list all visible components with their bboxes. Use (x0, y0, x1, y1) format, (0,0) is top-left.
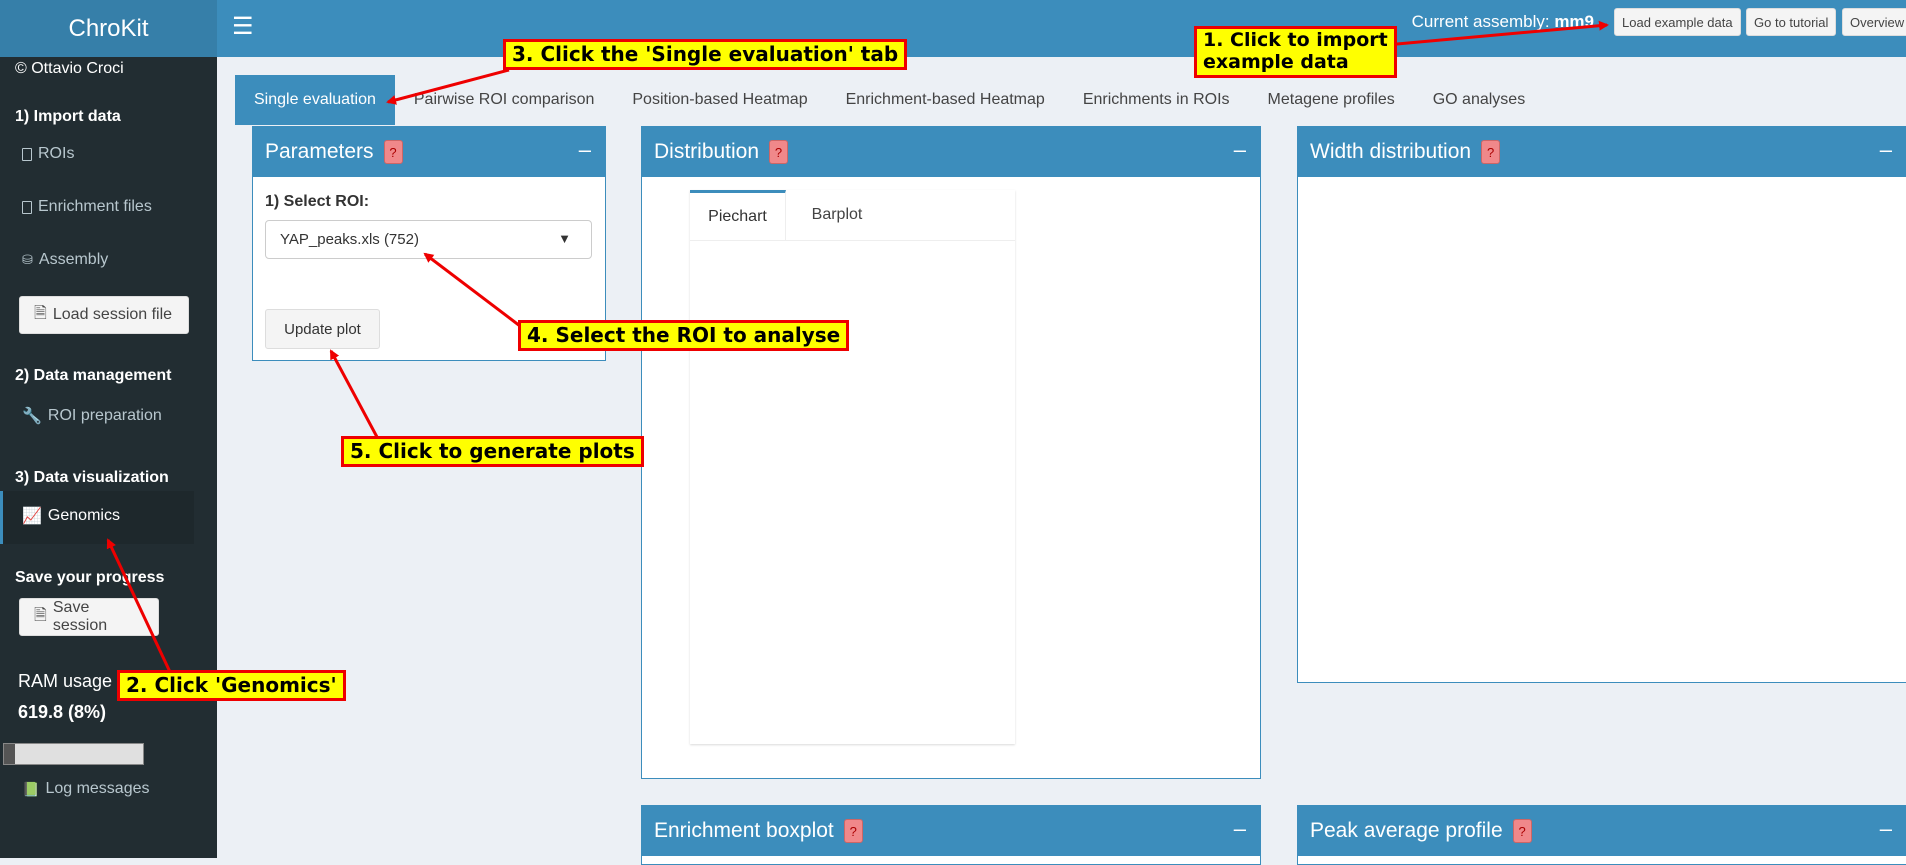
load-session-file-button[interactable]: 🗎 Load session file (19, 296, 189, 334)
sidebar-item-label: Enrichment files (38, 198, 152, 215)
tab-piechart[interactable]: Piechart (690, 190, 786, 240)
main-tabs: Single evaluation Pairwise ROI compariso… (235, 75, 1544, 125)
section-save-progress: Save your progress (15, 569, 165, 586)
tab-metagene-profiles[interactable]: Metagene profiles (1249, 75, 1414, 125)
peak-average-profile-box: Peak average profile ? – (1297, 805, 1906, 865)
collapse-icon[interactable]: – (1880, 137, 1892, 163)
file-import-icon: 🗎 (34, 304, 47, 322)
assembly-value: mm9 (1554, 12, 1594, 31)
credit-text: © Ottavio Croci (15, 60, 124, 77)
sidebar-item-rois[interactable]: ROIs (22, 145, 74, 163)
go-to-tutorial-button[interactable]: Go to tutorial (1746, 8, 1837, 36)
select-roi-label: 1) Select ROI: (265, 193, 370, 210)
top-navbar: ChroKit ☰ Current assembly: mm9 Load exa… (0, 0, 1906, 57)
callout-5: 5. Click to generate plots (341, 436, 644, 467)
help-button[interactable]: ? (1512, 819, 1532, 843)
callout-1: 1. Click to import example data (1194, 26, 1397, 78)
enrichment-boxplot-box: Enrichment boxplot ? – (641, 805, 1261, 865)
wrench-icon: 🔧 (22, 408, 42, 425)
section-data-visualization: 3) Data visualization (15, 469, 169, 486)
sidebar-item-label: ROIs (38, 145, 75, 162)
tab-barplot[interactable]: Barplot (786, 190, 888, 240)
button-label: Load session file (52, 306, 173, 323)
distribution-tabs: Piechart Barplot (690, 190, 1015, 241)
width-distribution-header: Width distribution ? – (1298, 127, 1906, 177)
tab-enrichment-based-heatmap[interactable]: Enrichment-based Heatmap (827, 75, 1064, 125)
area-chart-icon: 📈 (22, 508, 42, 525)
save-session-button[interactable]: 🗎 Save session (19, 598, 159, 636)
help-button[interactable]: ? (843, 819, 863, 843)
sidebar-item-genomics[interactable]: 📈 Genomics (22, 506, 120, 526)
peak-average-profile-header: Peak average profile ? – (1298, 806, 1906, 856)
app-logo[interactable]: ChroKit (0, 0, 217, 57)
collapse-icon[interactable]: – (1880, 816, 1892, 842)
sidebar-item-assembly[interactable]: ⛁ Assembly (22, 251, 108, 269)
callout-text: 1. Click to import (1203, 29, 1388, 51)
sidebar-item-log-messages[interactable]: 📗 Log messages (22, 780, 150, 798)
sidebar-item-roi-preparation[interactable]: 🔧 ROI preparation (22, 406, 162, 426)
callout-2: 2. Click 'Genomics' (117, 670, 346, 701)
button-label: Save session (52, 599, 108, 634)
sidebar-item-label: Assembly (38, 251, 109, 268)
ram-progress-fill (4, 744, 16, 764)
section-import-data: 1) Import data (15, 108, 121, 125)
tab-go-analyses[interactable]: GO analyses (1414, 75, 1544, 125)
box-title: Enrichment boxplot (654, 819, 834, 842)
collapse-icon[interactable]: – (1234, 816, 1246, 842)
section-data-management: 2) Data management (15, 367, 172, 384)
tab-pairwise-roi-comparison[interactable]: Pairwise ROI comparison (395, 75, 614, 125)
collapse-icon[interactable]: – (579, 137, 591, 163)
file-icon (22, 200, 32, 214)
roi-select-dropdown[interactable]: YAP_peaks.xls (752) ▼ (265, 220, 592, 259)
sidebar-item-label: Genomics (47, 507, 120, 524)
box-title: Parameters (265, 140, 374, 163)
tab-enrichments-in-rois[interactable]: Enrichments in ROIs (1064, 75, 1249, 125)
distribution-box: Distribution ? – Piechart Barplot (641, 126, 1261, 779)
help-button[interactable]: ? (1481, 140, 1501, 164)
sidebar-item-label: ROI preparation (47, 407, 162, 424)
parameters-header: Parameters ? – (253, 127, 605, 177)
enrichment-boxplot-header: Enrichment boxplot ? – (642, 806, 1260, 856)
roi-select-value: YAP_peaks.xls (752) (280, 231, 419, 248)
box-title: Distribution (654, 140, 760, 163)
dropdown-caret-icon: ▼ (558, 231, 571, 246)
tab-position-based-heatmap[interactable]: Position-based Heatmap (613, 75, 826, 125)
ram-usage-value: 619.8 (8%) (18, 702, 107, 722)
distribution-tab-panel: Piechart Barplot (690, 190, 1015, 744)
callout-3: 3. Click the 'Single evaluation' tab (503, 39, 908, 70)
file-export-icon: 🗎 (34, 606, 47, 624)
distribution-header: Distribution ? – (642, 127, 1260, 177)
tab-single-evaluation[interactable]: Single evaluation (235, 75, 395, 125)
callout-text: example data (1203, 50, 1349, 73)
callout-4: 4. Select the ROI to analyse (518, 320, 850, 351)
update-plot-button[interactable]: Update plot (265, 309, 380, 349)
arrow-callout-5 (329, 349, 379, 438)
sidebar: © Ottavio Croci 1) Import data ROIs Enri… (0, 57, 217, 858)
sidebar-item-enrichment-files[interactable]: Enrichment files (22, 198, 152, 216)
ram-usage-label: RAM usage ( (18, 671, 124, 691)
overview-button[interactable]: Overview (1842, 8, 1906, 36)
width-distribution-box: Width distribution ? – (1297, 126, 1906, 683)
box-title: Peak average profile (1310, 819, 1503, 842)
ram-progress-bar (3, 743, 144, 765)
book-icon: 📗 (22, 780, 40, 797)
hamburger-menu-icon[interactable]: ☰ (232, 12, 254, 41)
assembly-label: Current assembly: (1411, 12, 1550, 31)
database-icon: ⛁ (22, 252, 33, 267)
collapse-icon[interactable]: – (1234, 137, 1246, 163)
current-assembly: Current assembly: mm9 (1412, 12, 1594, 32)
file-icon (22, 147, 32, 161)
sidebar-item-label: Log messages (45, 780, 150, 797)
load-example-data-button[interactable]: Load example data (1614, 8, 1741, 36)
box-title: Width distribution (1310, 140, 1472, 163)
help-button[interactable]: ? (769, 140, 789, 164)
help-button[interactable]: ? (383, 140, 403, 164)
